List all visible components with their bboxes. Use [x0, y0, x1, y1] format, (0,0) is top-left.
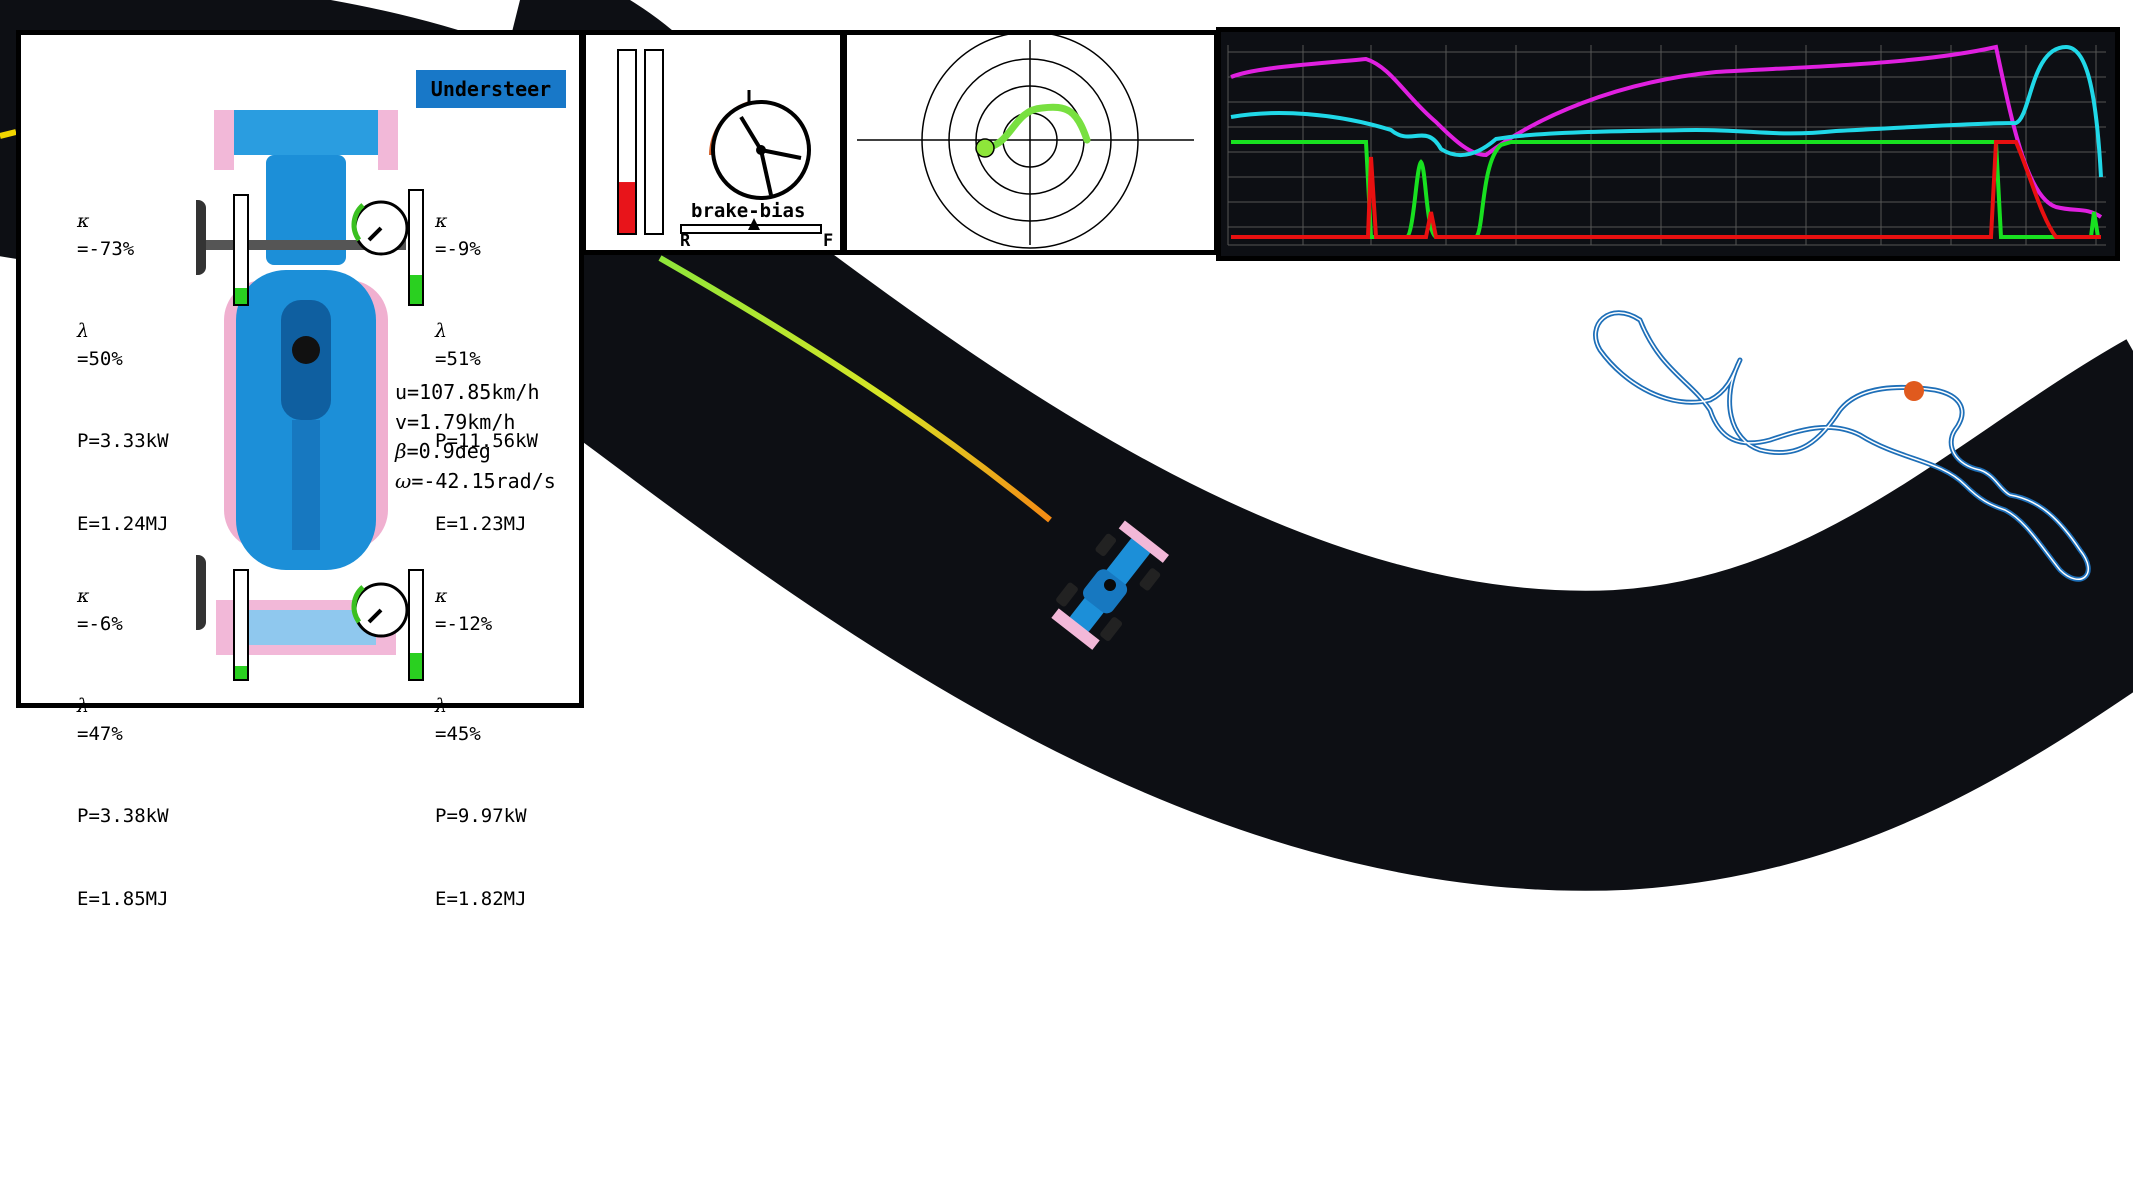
telemetry-traces [1227, 44, 2106, 246]
race-car-icon [1051, 520, 1170, 650]
minimap-car-marker [1904, 381, 1924, 401]
tyre-stats-front-left: κ =-73% λ =50% P=3.33kW E=1.24MJ [77, 210, 169, 535]
brake-bias-rear-label: R [680, 231, 691, 251]
gg-current-point [975, 138, 995, 158]
tyre-stats-rear-left: κ =-6% λ =47% P=3.38kW E=1.85MJ [77, 585, 169, 910]
yaw-rate: ω=-42.15rad/s [395, 468, 556, 493]
game-scene: Understeer κ =-73% λ =50% P=3.33kW E=1.2… [0, 0, 2133, 1200]
gg-diagram [857, 31, 1194, 249]
trace-red [1231, 140, 2101, 239]
trace-cyan [1230, 44, 2103, 178]
lateral-speed: v=1.79km/h [395, 409, 516, 434]
brake-bias-label: brake-bias [691, 200, 806, 222]
gg-diagram-panel [842, 30, 1219, 255]
track-minimap [1593, 310, 2091, 582]
tyre-stats-front-right: κ =-9% λ =51% P=11.56kW E=1.23MJ [435, 210, 538, 535]
longitudinal-speed: u=107.85km/h [395, 380, 540, 404]
slip-angle: β=0.9deg [395, 439, 491, 463]
vehicle-dynamics-stats: u=107.85km/h v=1.79km/h β=0.9deg ω=-42.1… [395, 378, 556, 496]
pedal-steering-panel: brake-bias R F [581, 30, 845, 255]
telemetry-panel [1216, 27, 2120, 261]
car-status-panel: Understeer κ =-73% λ =50% P=3.33kW E=1.2… [16, 30, 584, 910]
trace-green [1231, 140, 2100, 239]
brake-bias-front-label: F [823, 231, 834, 251]
tyre-stats-rear-right: κ =-12% λ =45% P=9.97kW E=1.82MJ [435, 585, 527, 910]
